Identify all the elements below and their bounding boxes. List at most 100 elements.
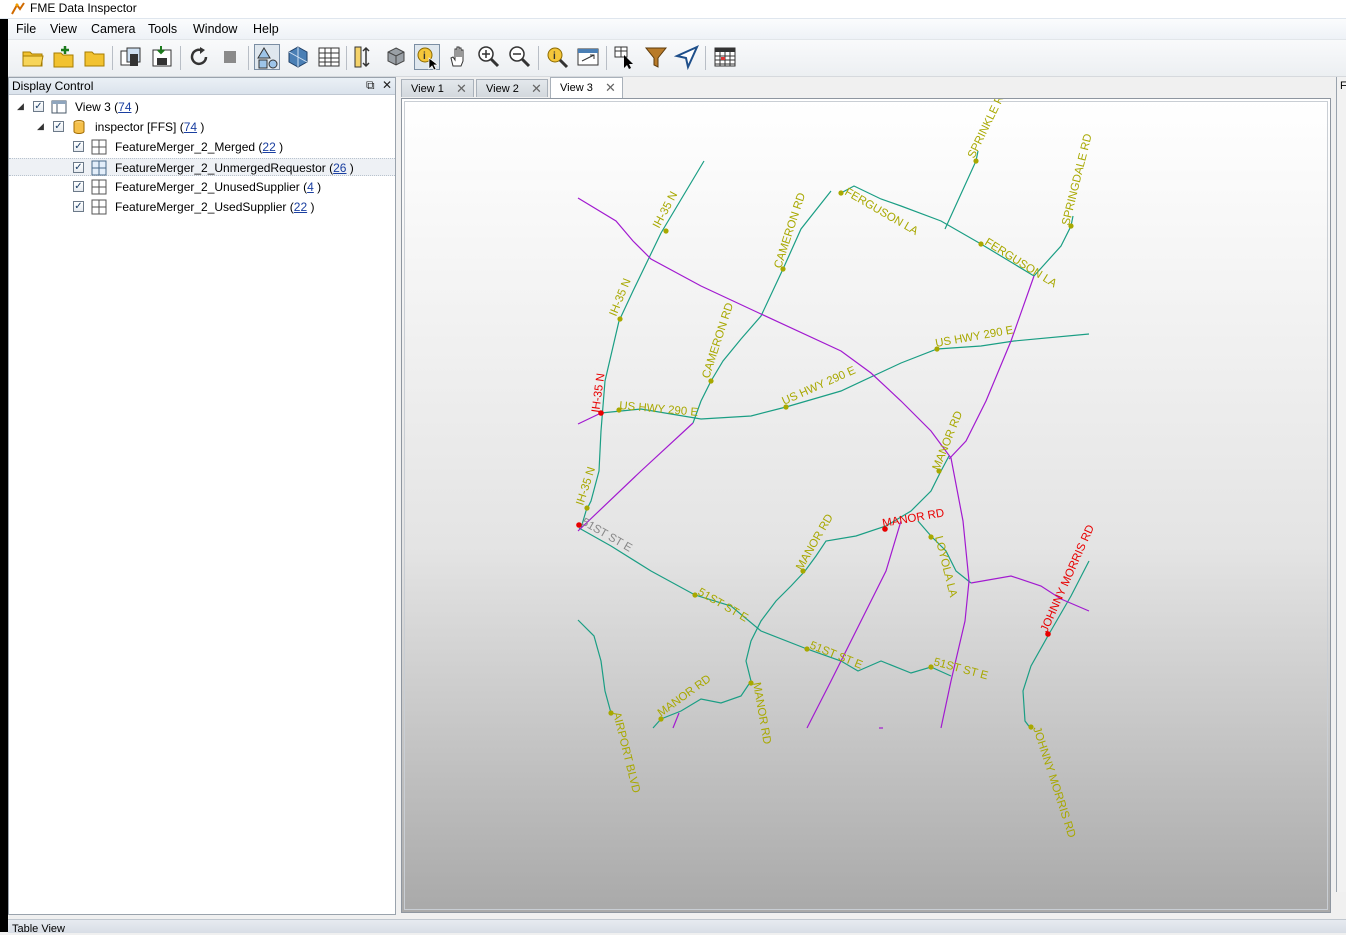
tab-label: View 3 <box>560 82 593 94</box>
zoom-in-icon[interactable] <box>476 44 502 70</box>
road-feature-purple-7[interactable] <box>672 712 680 729</box>
display-control-title: Display Control <box>12 79 94 93</box>
feature-count-link[interactable]: 26 <box>333 161 346 175</box>
tree-label: FeatureMerger_2_UsedSupplier (22 ) <box>115 200 315 214</box>
refresh-icon[interactable] <box>186 44 212 70</box>
road-51st-st[interactable] <box>578 527 952 677</box>
map-view-canvas[interactable]: IH-35 N IH-35 N IH-35 N IH-35 N CAMERON … <box>401 98 1331 913</box>
tree-node-featuretype[interactable]: ✓ FeatureMerger_2_UnmergedRequestor (26 … <box>9 158 395 176</box>
close-tab-icon[interactable]: ✕ <box>605 80 616 96</box>
window-title: FME Data Inspector <box>30 1 137 15</box>
window-left-edge <box>0 0 8 932</box>
road-label: SPRINGDALE RD <box>1060 133 1094 227</box>
tree-label: FeatureMerger_2_Merged (22 ) <box>115 140 284 154</box>
layer-checkbox[interactable]: ✓ <box>33 101 44 112</box>
tab-view-1[interactable]: View 1 ✕ <box>401 79 474 97</box>
road-label: AIRPORT BLVD <box>610 711 642 795</box>
table-grid-icon[interactable] <box>316 44 342 70</box>
geometry-view-icon[interactable] <box>254 44 280 70</box>
road-feature-purple-2[interactable] <box>948 275 1035 460</box>
folder-icon[interactable] <box>82 44 108 70</box>
toolbar-separator <box>346 46 347 70</box>
save-icon[interactable] <box>149 44 175 70</box>
layer-checkbox[interactable]: ✓ <box>73 181 84 192</box>
open-folder-icon[interactable] <box>20 44 46 70</box>
collapse-arrow-icon[interactable]: ◢ <box>17 101 24 112</box>
toolbar-separator <box>112 46 113 70</box>
tree-node-view[interactable]: ◢ ✓ View 3 (74 ) <box>9 98 395 116</box>
road-ih35[interactable] <box>580 160 705 529</box>
road-airport-blvd[interactable] <box>577 619 612 714</box>
close-tab-icon[interactable]: ✕ <box>456 81 467 97</box>
map-svg[interactable]: IH-35 N IH-35 N IH-35 N IH-35 N CAMERON … <box>402 99 1331 913</box>
road-feature-purple-3[interactable] <box>577 412 602 425</box>
feature-count-link[interactable]: 74 <box>184 120 197 134</box>
tree-node-featuretype[interactable]: ✓ FeatureMerger_2_Merged (22 ) <box>9 138 395 156</box>
tree-node-dataset[interactable]: ◢ ✓ inspector [FFS] (74 ) <box>9 118 395 136</box>
road-feature-purple-6[interactable] <box>806 520 902 729</box>
inspect-info-icon[interactable]: i <box>414 44 440 71</box>
feature-type-grid-icon <box>91 179 107 195</box>
navigate-arrow-icon[interactable] <box>673 44 700 71</box>
stop-icon[interactable] <box>217 44 243 70</box>
database-icon <box>73 120 85 134</box>
measure-icon[interactable] <box>352 44 378 70</box>
layer-checkbox[interactable]: ✓ <box>73 201 84 212</box>
road-label: MANOR RD <box>881 507 945 530</box>
layer-checkbox[interactable]: ✓ <box>73 141 84 152</box>
menu-file[interactable]: File <box>16 22 36 36</box>
feature-count-link[interactable]: 4 <box>307 180 314 194</box>
menu-tools[interactable]: Tools <box>148 22 177 36</box>
road-label: CAMERON RD <box>772 191 808 269</box>
menu-window[interactable]: Window <box>193 22 237 36</box>
tree-label: View 3 (74 ) <box>75 100 139 114</box>
feature-type-grid-icon <box>91 199 107 215</box>
find-icon[interactable]: i <box>544 44 570 70</box>
road-label: 51ST ST E <box>808 640 865 672</box>
layer-checkbox[interactable]: ✓ <box>73 162 84 173</box>
right-dock-panel[interactable]: F <box>1336 77 1346 892</box>
pan-hand-icon[interactable] <box>445 44 471 70</box>
feature-type-grid-icon <box>91 160 107 176</box>
road-label: JOHNNY MORRIS RD <box>1030 725 1077 839</box>
add-dataset-icon[interactable] <box>51 44 77 70</box>
collapse-arrow-icon[interactable]: ◢ <box>37 121 44 132</box>
table-view-icon[interactable] <box>712 44 738 70</box>
tree-node-featuretype[interactable]: ✓ FeatureMerger_2_UsedSupplier (22 ) <box>9 198 395 216</box>
layer-checkbox[interactable]: ✓ <box>53 121 64 132</box>
tab-view-2[interactable]: View 2 ✕ <box>476 79 548 97</box>
svg-text:i: i <box>423 51 426 62</box>
menu-help[interactable]: Help <box>253 22 279 36</box>
table-view-bar[interactable]: Table View <box>8 919 1346 935</box>
select-features-icon[interactable] <box>612 44 638 70</box>
tab-label: View 2 <box>486 83 519 95</box>
restore-panel-icon[interactable]: ⧉ <box>366 78 375 93</box>
right-panel-header: F <box>1340 80 1346 92</box>
close-tab-icon[interactable]: ✕ <box>531 81 542 97</box>
copy-view-icon[interactable] <box>118 44 144 70</box>
road-label: MANOR RD <box>931 410 966 473</box>
menu-view[interactable]: View <box>50 22 77 36</box>
road-johnny-morris[interactable] <box>1022 560 1090 730</box>
road-label: 51ST ST E <box>580 516 635 554</box>
road-label: MANOR RD <box>750 681 773 745</box>
3d-box-icon[interactable] <box>383 44 409 70</box>
road-label: US HWY 290 E <box>780 364 857 407</box>
feature-count-link[interactable]: 74 <box>118 100 131 114</box>
close-panel-icon[interactable]: ✕ <box>382 78 392 92</box>
filter-icon[interactable] <box>643 44 669 70</box>
feature-count-link[interactable]: 22 <box>294 200 307 214</box>
zoom-extent-icon[interactable] <box>575 44 601 70</box>
tree-node-featuretype[interactable]: ✓ FeatureMerger_2_UnusedSupplier (4 ) <box>9 178 395 196</box>
zoom-out-icon[interactable] <box>507 44 533 70</box>
road-sprinkle[interactable] <box>944 150 979 230</box>
menu-camera[interactable]: Camera <box>91 22 135 36</box>
title-bar: FME Data Inspector <box>0 0 1346 19</box>
3d-view-icon[interactable] <box>285 44 311 70</box>
toolbar-separator <box>538 46 539 70</box>
road-label: 51ST ST E <box>696 586 751 624</box>
toolbar-separator <box>180 46 181 70</box>
road-feature-purple-1[interactable] <box>577 197 970 729</box>
tab-view-3[interactable]: View 3 ✕ <box>550 77 623 98</box>
feature-count-link[interactable]: 22 <box>262 140 275 154</box>
